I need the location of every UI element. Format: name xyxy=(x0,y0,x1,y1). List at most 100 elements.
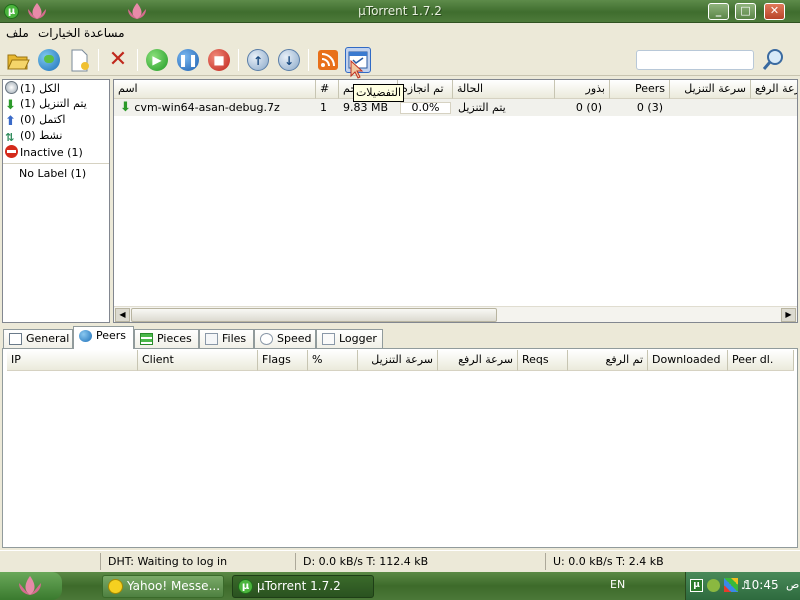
pieces-tab-icon xyxy=(140,333,153,345)
create-torrent-button[interactable] xyxy=(66,47,92,73)
sidebar-item-no-label[interactable]: No Label (1) xyxy=(19,167,86,183)
remove-icon: ✕ xyxy=(108,47,128,72)
clock[interactable]: 10:45 xyxy=(744,578,779,592)
peers-column-client[interactable]: Client xyxy=(138,350,258,371)
sidebar-divider xyxy=(3,163,109,164)
sidebar-item-completed[interactable]: ⬆ اكتمل (0) xyxy=(5,113,65,129)
maximize-button[interactable]: □ xyxy=(735,3,756,20)
torrent-seeds: 0 (0) xyxy=(575,101,602,114)
peers-column-uploaded[interactable]: تم الرفع xyxy=(568,350,648,371)
peers-column-ip[interactable]: IP xyxy=(7,350,138,371)
window-title: µTorrent 1.7.2 xyxy=(358,4,442,18)
start-button[interactable] xyxy=(0,572,62,600)
column-header-status[interactable]: الحالة xyxy=(453,80,555,99)
peers-column-percent[interactable]: % xyxy=(308,350,358,371)
torrent-name: cvm-win64-asan-debug.7z xyxy=(134,101,280,114)
inactive-icon xyxy=(5,145,18,158)
add-torrent-url-button[interactable] xyxy=(36,47,62,73)
menu-help[interactable]: مساعدة xyxy=(84,26,125,40)
scroll-left-icon[interactable]: ◀ xyxy=(115,308,130,322)
scroll-right-icon[interactable]: ▶ xyxy=(781,308,796,322)
torrent-name-cell[interactable]: ⬇ cvm-win64-asan-debug.7z xyxy=(120,100,316,116)
speed-tab-icon xyxy=(260,333,273,345)
column-header-name[interactable]: اسم xyxy=(114,80,316,99)
network-tray-icon[interactable] xyxy=(707,579,720,592)
peers-column-up-speed[interactable]: سرعة الرفع xyxy=(438,350,518,371)
taskbar-item-yahoo[interactable]: Yahoo! Messe... xyxy=(102,575,224,598)
horizontal-scrollbar[interactable]: ◀ ▶ xyxy=(114,306,797,322)
peers-column-downloaded[interactable]: Downloaded xyxy=(648,350,728,371)
language-indicator[interactable]: EN xyxy=(610,578,625,591)
stop-button[interactable]: ■ xyxy=(206,47,232,73)
status-separator xyxy=(545,553,546,570)
scrollbar-thumb[interactable] xyxy=(131,308,497,322)
windows-flag-tray-icon[interactable] xyxy=(724,578,738,592)
torrent-number: 1 xyxy=(320,101,327,114)
column-header-up-speed[interactable]: سرعة الرفع xyxy=(751,80,797,99)
toolbar-separator xyxy=(238,49,239,71)
detail-tabs: General Peers Pieces Files Speed Logger xyxy=(0,326,800,349)
minimize-button[interactable]: _ xyxy=(708,3,729,20)
column-header-done[interactable]: تم انجازه xyxy=(398,80,453,99)
search-button[interactable] xyxy=(760,47,786,73)
column-header-seeds[interactable]: بذور xyxy=(555,80,610,99)
downloading-icon: ⬇ xyxy=(5,98,16,113)
peers-column-reqs[interactable]: Reqs xyxy=(518,350,568,371)
rss-icon xyxy=(318,50,338,70)
status-separator xyxy=(295,553,296,570)
sidebar-item-all[interactable]: الكل (1) xyxy=(5,81,60,97)
tab-label: Logger xyxy=(339,332,377,345)
torrent-size: 9.83 MB xyxy=(343,101,389,114)
column-header-down-speed[interactable]: سرعة التنزيل xyxy=(670,80,751,99)
peers-column-peer-dl[interactable]: Peer dl. xyxy=(728,350,794,371)
peers-column-down-speed[interactable]: سرعة التنزيل xyxy=(358,350,438,371)
logger-tab-icon xyxy=(322,333,335,345)
move-down-button[interactable]: ↓ xyxy=(276,47,302,73)
utorrent-icon: µ xyxy=(238,579,253,594)
toolbar-separator xyxy=(308,49,309,71)
column-header-peers[interactable]: Peers xyxy=(610,80,670,99)
tab-peers[interactable]: Peers xyxy=(73,326,134,349)
menu-options[interactable]: الخيارات xyxy=(38,26,80,40)
remove-torrent-button[interactable]: ✕ xyxy=(105,47,131,73)
torrent-peers: 0 (3) xyxy=(636,101,663,114)
torrent-status: يتم التنزيل xyxy=(458,101,506,114)
torrent-progress: 0.0% xyxy=(411,101,440,114)
sidebar-item-inactive[interactable]: Inactive (1) xyxy=(5,145,83,161)
add-torrent-button[interactable] xyxy=(5,47,31,73)
peers-panel: IP Client Flags % سرعة التنزيل سرعة الرف… xyxy=(2,348,798,548)
play-icon: ▶ xyxy=(146,49,168,71)
tab-general[interactable]: General xyxy=(3,329,73,349)
upload-status: U: 0.0 kB/s T: 2.4 kB xyxy=(553,555,664,568)
search-input[interactable] xyxy=(636,50,754,70)
column-header-number[interactable]: # xyxy=(316,80,339,99)
move-up-button[interactable]: ↑ xyxy=(245,47,271,73)
tab-files[interactable]: Files xyxy=(199,329,254,349)
sidebar-item-downloading[interactable]: ⬇ يتم التنزيل (1) xyxy=(5,97,87,113)
folder-open-icon xyxy=(7,54,30,70)
downloading-icon: ⬇ xyxy=(120,100,131,115)
start-button[interactable]: ▶ xyxy=(144,47,170,73)
sidebar-item-label: نشط (0) xyxy=(20,129,63,142)
title-bar[interactable]: µ µTorrent 1.7.2 _ □ ✕ xyxy=(0,0,800,23)
rss-button[interactable] xyxy=(315,47,341,73)
tab-logger[interactable]: Logger xyxy=(316,329,383,349)
tab-pieces[interactable]: Pieces xyxy=(134,329,199,349)
sidebar-item-active[interactable]: ⇅ نشط (0) xyxy=(5,129,62,145)
yahoo-smiley-icon xyxy=(108,579,123,594)
magnifier-icon xyxy=(762,49,783,70)
tooltip: التفضيلات xyxy=(353,84,404,102)
sidebar-item-label: اكتمل (0) xyxy=(20,113,66,126)
pause-button[interactable]: ❚❚ xyxy=(175,47,201,73)
sidebar-item-label: يتم التنزيل (1) xyxy=(20,97,87,110)
taskbar-item-label: Yahoo! Messe... xyxy=(127,579,221,593)
menu-file[interactable]: ملف xyxy=(6,26,29,40)
tab-label: Speed xyxy=(277,332,312,345)
close-button[interactable]: ✕ xyxy=(764,3,785,20)
taskbar-item-utorrent[interactable]: µ µTorrent 1.7.2 xyxy=(232,575,374,598)
peers-column-flags[interactable]: Flags xyxy=(258,350,308,371)
completed-icon: ⬆ xyxy=(5,114,16,129)
tab-speed[interactable]: Speed xyxy=(254,329,316,349)
utorrent-tray-icon[interactable]: µ xyxy=(690,579,703,592)
peers-tab-icon xyxy=(79,330,92,342)
